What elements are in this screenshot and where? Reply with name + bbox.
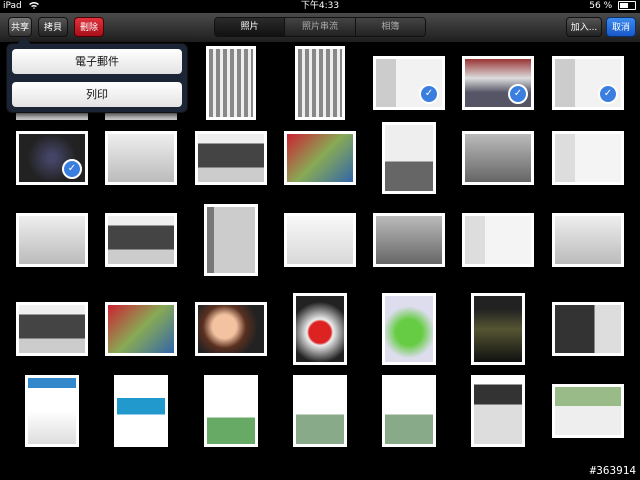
photo-image: [555, 134, 621, 182]
photo-image: [108, 216, 174, 264]
photo-image: [198, 305, 264, 353]
photo-image: [209, 48, 253, 117]
battery-percent: 56 %: [589, 1, 613, 11]
photo-image: [19, 216, 85, 264]
checkmark-icon: ✓: [419, 83, 439, 104]
photo-image: [385, 125, 433, 191]
photo-image: [108, 305, 174, 353]
email-option[interactable]: 電子郵件: [12, 49, 182, 74]
photo-image: [474, 378, 522, 444]
print-option[interactable]: 列印: [12, 82, 182, 107]
checkmark-icon: ✓: [62, 159, 82, 179]
photo-image: [555, 387, 621, 435]
photo-thumbnail[interactable]: [114, 375, 168, 447]
clock: 下午4:33: [300, 1, 340, 11]
checkmark-icon: ✓: [508, 83, 528, 104]
photo-image: [474, 296, 522, 362]
photo-thumbnail[interactable]: [373, 213, 445, 267]
photo-image: [465, 134, 531, 182]
checkmark-icon: ✓: [598, 83, 618, 104]
photo-image: [287, 216, 353, 264]
photo-thumbnail[interactable]: [195, 302, 267, 356]
photo-thumbnail[interactable]: [471, 293, 525, 365]
share-button[interactable]: 共享: [8, 17, 32, 37]
status-bar: iPad 下午4:33 56 %: [0, 0, 640, 13]
photo-image: [207, 378, 255, 444]
copy-button[interactable]: 拷貝: [38, 17, 68, 37]
photo-thumbnail[interactable]: [284, 131, 356, 185]
photo-thumbnail[interactable]: [195, 131, 267, 185]
photo-image: [555, 305, 621, 353]
photo-thumbnail[interactable]: [471, 375, 525, 447]
photo-thumbnail[interactable]: [462, 131, 534, 185]
photo-image: [385, 296, 433, 362]
battery-status: 56 %: [589, 0, 636, 13]
photo-image: [108, 134, 174, 182]
delete-button[interactable]: 刪除: [74, 17, 104, 37]
photo-thumbnail[interactable]: [16, 213, 88, 267]
photo-thumbnail[interactable]: [204, 204, 258, 276]
photo-thumbnail[interactable]: [382, 293, 436, 365]
photo-thumbnail[interactable]: [552, 302, 624, 356]
toolbar: 共享 拷貝 刪除 照片 照片串流 相簿 加入... 取消: [0, 13, 640, 43]
share-popover: 電子郵件 列印: [6, 37, 188, 113]
photo-thumbnail[interactable]: [552, 213, 624, 267]
watermark: #363914: [589, 464, 636, 477]
photo-thumbnail[interactable]: [382, 122, 436, 194]
tab-photo-stream[interactable]: 照片串流: [284, 18, 355, 36]
photo-thumbnail[interactable]: [462, 213, 534, 267]
photo-thumbnail[interactable]: [284, 213, 356, 267]
photo-thumbnail[interactable]: [16, 302, 88, 356]
cancel-button[interactable]: 取消: [606, 17, 636, 37]
battery-icon: [618, 1, 636, 10]
photo-thumbnail[interactable]: [295, 45, 345, 120]
tab-photos[interactable]: 照片: [215, 18, 285, 36]
photo-image: [117, 378, 165, 444]
tab-albums[interactable]: 相簿: [354, 18, 425, 36]
photo-thumbnail[interactable]: [105, 213, 177, 267]
photo-thumbnail[interactable]: [552, 384, 624, 438]
photo-thumbnail[interactable]: [293, 293, 347, 365]
photo-thumbnail[interactable]: ✓: [373, 55, 445, 110]
photo-image: [465, 216, 531, 264]
photo-image: [287, 134, 353, 182]
photo-image: [296, 296, 344, 362]
photo-thumbnail[interactable]: ✓: [462, 55, 534, 110]
battery-fill: [620, 3, 628, 8]
segmented-control: 照片 照片串流 相簿: [214, 17, 426, 37]
photo-image: [207, 207, 255, 273]
photo-image: [555, 216, 621, 264]
photo-image: [298, 48, 342, 117]
photo-thumbnail[interactable]: [204, 375, 258, 447]
photo-thumbnail[interactable]: ✓: [552, 55, 624, 110]
photo-thumbnail[interactable]: [105, 302, 177, 356]
add-to-button[interactable]: 加入...: [566, 17, 602, 37]
photo-thumbnail[interactable]: [206, 45, 256, 120]
photo-image: [28, 378, 76, 444]
photo-thumbnail[interactable]: [25, 375, 79, 447]
photo-image: [198, 134, 264, 182]
photo-image: [296, 378, 344, 444]
photo-image: [19, 305, 85, 353]
photo-thumbnail[interactable]: ✓: [16, 131, 88, 185]
photo-thumbnail[interactable]: [382, 375, 436, 447]
photo-image: [376, 216, 442, 264]
photo-image: [385, 378, 433, 444]
photo-thumbnail[interactable]: [552, 131, 624, 185]
photo-thumbnail[interactable]: [293, 375, 347, 447]
photo-thumbnail[interactable]: [105, 131, 177, 185]
